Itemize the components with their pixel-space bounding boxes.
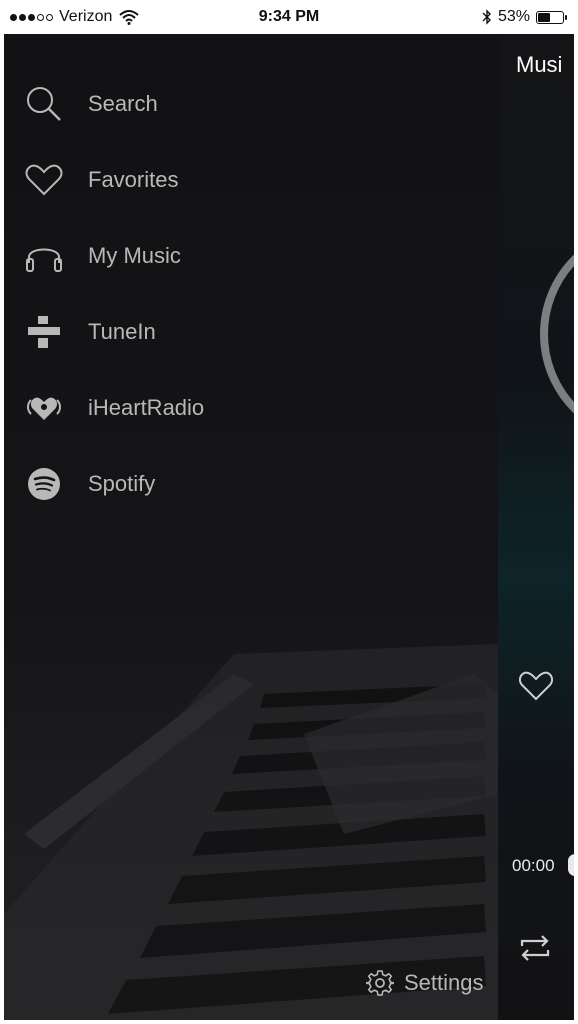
gear-icon — [366, 970, 394, 996]
menu-item-my-music[interactable]: My Music — [4, 226, 498, 286]
bluetooth-icon — [482, 9, 491, 25]
search-icon — [24, 84, 64, 124]
status-right: 53% — [482, 8, 567, 26]
menu-item-tunein[interactable]: TuneIn — [4, 302, 498, 362]
player-title: Musi — [516, 52, 563, 77]
battery-percent: 53% — [497, 8, 530, 25]
menu-item-label: My Music — [88, 243, 181, 268]
menu-item-label: Spotify — [88, 471, 156, 496]
side-drawer: Search Favorites My Music TuneIn iHeartR… — [4, 34, 498, 1020]
progress-slider-knob[interactable] — [568, 854, 574, 876]
iheartradio-icon — [24, 388, 64, 428]
battery-icon — [536, 10, 567, 24]
favorite-heart-icon[interactable] — [518, 670, 554, 702]
menu-item-spotify[interactable]: Spotify — [4, 454, 498, 514]
elapsed-time: 00:00 — [512, 856, 555, 875]
app-frame: Verizon 9:34 PM 53% Search Favorites My … — [4, 0, 574, 1020]
menu-item-search[interactable]: Search — [4, 74, 498, 134]
headphones-icon — [24, 236, 64, 276]
menu-item-label: Search — [88, 91, 158, 116]
settings-button[interactable]: Settings — [366, 969, 484, 997]
battery-fill — [538, 12, 551, 22]
menu-item-favorites[interactable]: Favorites — [4, 150, 498, 210]
now-playing-panel[interactable]: Musi 00:00 — [498, 34, 574, 1020]
menu-item-label: TuneIn — [88, 319, 156, 344]
tunein-icon — [24, 312, 64, 352]
spotify-icon — [24, 464, 64, 504]
menu-item-label: iHeartRadio — [88, 395, 205, 420]
menu-item-label: Favorites — [88, 167, 179, 192]
status-bar: Verizon 9:34 PM 53% — [4, 0, 574, 34]
settings-label: Settings — [404, 970, 484, 995]
menu-item-iheartradio[interactable]: iHeartRadio — [4, 378, 498, 438]
heart-icon — [24, 160, 64, 200]
repeat-icon[interactable] — [518, 932, 552, 964]
album-art-ring — [540, 224, 574, 444]
